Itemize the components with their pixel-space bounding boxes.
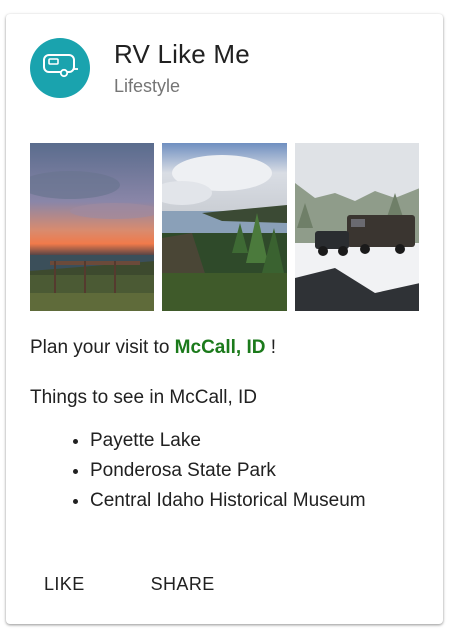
photo-snowy-rv[interactable]: [294, 143, 419, 311]
card-title: RV Like Me: [114, 39, 250, 69]
list-item: Payette Lake: [90, 426, 420, 456]
card-subtitle: Lifestyle: [114, 76, 181, 96]
list-item: Ponderosa State Park: [90, 456, 420, 486]
photo-gallery: [30, 143, 419, 311]
photo-lake-view[interactable]: [162, 143, 287, 311]
things-heading: Things to see in McCall, ID: [30, 387, 258, 408]
list-item: Central Idaho Historical Museum: [90, 486, 420, 516]
place-name: McCall, ID: [174, 337, 266, 358]
places-list: Payette Lake Ponderosa State Park Centra…: [30, 426, 420, 516]
avatar: [30, 38, 90, 98]
card-body: Plan your visit to McCall, ID ! Things t…: [30, 336, 420, 516]
share-button[interactable]: SHARE: [137, 570, 227, 599]
visit-line: Plan your visit to McCall, ID !: [30, 336, 420, 360]
card-actions: LIKE SHARE: [30, 570, 227, 599]
like-button[interactable]: LIKE: [30, 570, 97, 599]
post-card: RV Like Me Lifestyle Plan your visit to …: [6, 14, 443, 624]
card-header: RV Like Me Lifestyle: [30, 38, 250, 98]
visit-prefix: Plan your visit to: [30, 337, 175, 358]
photo-sunset-bridge[interactable]: [30, 143, 155, 311]
rv-trailer-icon: [41, 51, 79, 86]
visit-suffix: !: [265, 337, 277, 358]
